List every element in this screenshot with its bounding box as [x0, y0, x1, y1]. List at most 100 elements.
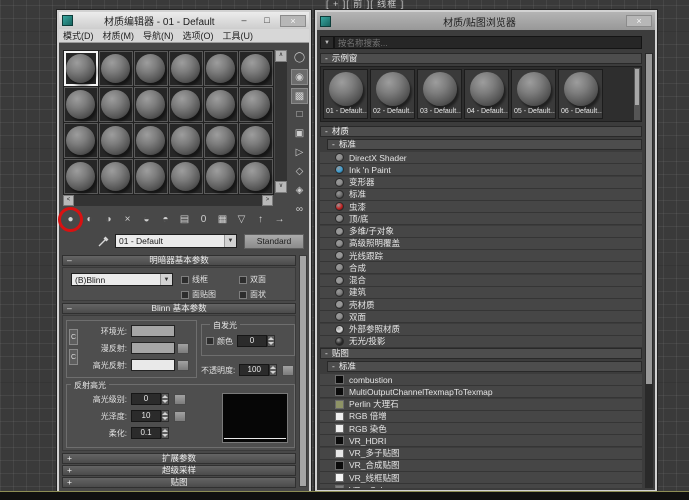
browser-item[interactable]: 虫漆 — [320, 201, 642, 213]
browser-item[interactable]: 变形器 — [320, 177, 642, 189]
scroll-left-icon[interactable]: < — [63, 195, 74, 206]
opacity-spinner[interactable]: 100 — [239, 364, 277, 376]
browser-item[interactable]: MultiOutputChannelTexmapToTexmap — [320, 386, 642, 398]
material-slot[interactable] — [99, 87, 133, 122]
browser-item[interactable]: 混合 — [320, 275, 642, 287]
material-id-channel-button[interactable]: 0 — [195, 212, 212, 228]
browser-item[interactable]: VR_线框贴图 — [320, 472, 642, 484]
browser-sample-slot[interactable]: 01 - Default... — [323, 69, 368, 119]
specular-level-spinner[interactable]: 0 — [131, 393, 169, 405]
browser-scrollbar[interactable] — [645, 53, 653, 488]
shader-type-dropdown[interactable]: (B)Blinn ▼ — [71, 273, 173, 286]
scrollbar-thumb[interactable] — [635, 69, 639, 105]
put-to-library-button[interactable]: ▤ — [176, 212, 193, 228]
editor-titlebar[interactable]: 材质编辑器 - 01 - Default – □ × — [59, 12, 309, 29]
browser-item[interactable]: 多维/子对象 — [320, 226, 642, 238]
soften-spinner[interactable]: 0.1 — [131, 427, 169, 439]
go-to-parent-button[interactable]: ↑ — [252, 212, 269, 228]
browser-item[interactable]: 建筑 — [320, 287, 642, 299]
rollout-shader-basic-params[interactable]: – 明暗器基本参数 — [62, 255, 296, 266]
browser-item[interactable]: 壳材质 — [320, 299, 642, 311]
material-slot[interactable] — [169, 159, 203, 194]
chevron-down-icon[interactable]: ▼ — [160, 274, 172, 285]
make-material-copy-button[interactable]: ◒ — [138, 212, 155, 228]
browser-item[interactable]: 合成 — [320, 262, 642, 274]
specular-color-swatch[interactable] — [131, 359, 175, 371]
diffuse-color-swatch[interactable] — [131, 342, 175, 354]
slots-vertical-scrollbar[interactable]: ∧ ∨ — [275, 50, 287, 193]
material-slot[interactable] — [99, 123, 133, 158]
minimize-button[interactable]: – — [234, 15, 254, 27]
spinner-arrows-icon[interactable] — [269, 364, 277, 376]
options-button[interactable]: ◇ — [291, 164, 308, 180]
material-map-navigator-button[interactable]: ∞ — [291, 202, 308, 218]
samples-scrollbar[interactable] — [634, 68, 640, 120]
menu-工具(U)[interactable]: 工具(U) — [223, 29, 254, 42]
checkbox-线框[interactable]: 线框 — [181, 272, 239, 287]
browser-item[interactable]: VR_合成贴图 — [320, 460, 642, 472]
browser-item[interactable]: RGB 倍增 — [320, 411, 642, 423]
glossiness-spinner[interactable]: 10 — [131, 410, 169, 422]
material-name-dropdown[interactable]: 01 - Default ▼ — [115, 234, 237, 248]
section-maps-standard[interactable]: -标准 — [327, 361, 642, 372]
lock-ambient-diffuse-button[interactable]: C — [69, 329, 78, 345]
material-slot[interactable] — [169, 87, 203, 122]
go-forward-to-sibling-button[interactable]: → — [271, 212, 288, 228]
material-slot[interactable] — [239, 87, 273, 122]
material-slot[interactable] — [134, 123, 168, 158]
chevron-down-icon[interactable]: ▼ — [224, 235, 236, 247]
material-slot[interactable] — [204, 87, 238, 122]
scrollbar-thumb[interactable] — [300, 256, 306, 486]
section-materials[interactable]: -材质 — [320, 126, 642, 137]
material-slot[interactable] — [134, 51, 168, 86]
rollout-贴图[interactable]: +贴图 — [62, 477, 296, 488]
material-slot[interactable] — [239, 159, 273, 194]
browser-item[interactable]: VRayColor — [320, 484, 642, 488]
eyedropper-icon[interactable] — [97, 235, 110, 253]
make-unique-button[interactable]: ◓ — [157, 212, 174, 228]
self-illum-spinner[interactable]: 0 — [237, 335, 275, 347]
spinner-arrows-icon[interactable] — [267, 335, 275, 347]
select-by-material-button[interactable]: ◈ — [291, 183, 308, 199]
maximize-button[interactable]: □ — [257, 15, 277, 27]
browser-titlebar[interactable]: 材质/贴图浏览器 × — [317, 12, 655, 30]
section-maps[interactable]: -贴图 — [320, 348, 642, 359]
browser-item[interactable]: Ink 'n Paint — [320, 164, 642, 176]
rollout-扩展参数[interactable]: +扩展参数 — [62, 453, 296, 464]
put-material-to-scene-button[interactable]: ◐ — [81, 212, 98, 228]
material-slot[interactable] — [99, 159, 133, 194]
checkbox-双面[interactable]: 双面 — [239, 272, 291, 287]
specular-map-button[interactable] — [177, 360, 189, 371]
browser-item[interactable]: VR_HDRI — [320, 435, 642, 447]
browser-item[interactable]: 外部参照材质 — [320, 324, 642, 336]
scroll-up-icon[interactable]: ∧ — [275, 50, 287, 62]
material-slot[interactable] — [204, 51, 238, 86]
material-slot[interactable] — [239, 123, 273, 158]
opacity-map-button[interactable] — [282, 365, 294, 376]
browser-sample-slot[interactable]: 02 - Default... — [370, 69, 415, 119]
material-slot[interactable] — [99, 51, 133, 86]
close-button[interactable]: × — [280, 15, 306, 27]
make-preview-button[interactable]: ▷ — [291, 145, 308, 161]
browser-sample-slot[interactable]: 04 - Default... — [464, 69, 509, 119]
material-slot[interactable] — [169, 51, 203, 86]
lock-diffuse-specular-button[interactable]: C — [69, 349, 78, 365]
spinner-arrows-icon[interactable] — [161, 393, 169, 405]
material-slot[interactable] — [204, 159, 238, 194]
menu-导航(N)[interactable]: 导航(N) — [143, 29, 174, 42]
section-samples[interactable]: -示例窗 — [320, 53, 642, 64]
params-scrollbar[interactable] — [299, 255, 307, 487]
rollout-blinn-basic-params[interactable]: – Blinn 基本参数 — [62, 303, 296, 314]
browser-item[interactable]: 光线跟踪 — [320, 250, 642, 262]
video-color-check-button[interactable]: ▣ — [291, 126, 308, 142]
material-slot[interactable] — [169, 123, 203, 158]
sample-uv-tiling-button[interactable]: □ — [291, 107, 308, 123]
menu-选项(O)[interactable]: 选项(O) — [183, 29, 214, 42]
section-materials-standard[interactable]: -标准 — [327, 139, 642, 150]
reset-map-button[interactable]: × — [119, 212, 136, 228]
glossiness-map-button[interactable] — [174, 411, 186, 422]
browser-item[interactable]: Perlin 大理石 — [320, 399, 642, 411]
browser-item[interactable]: 高级照明覆盖 — [320, 238, 642, 250]
specular-level-map-button[interactable] — [174, 394, 186, 405]
material-type-button[interactable]: Standard — [244, 234, 304, 249]
